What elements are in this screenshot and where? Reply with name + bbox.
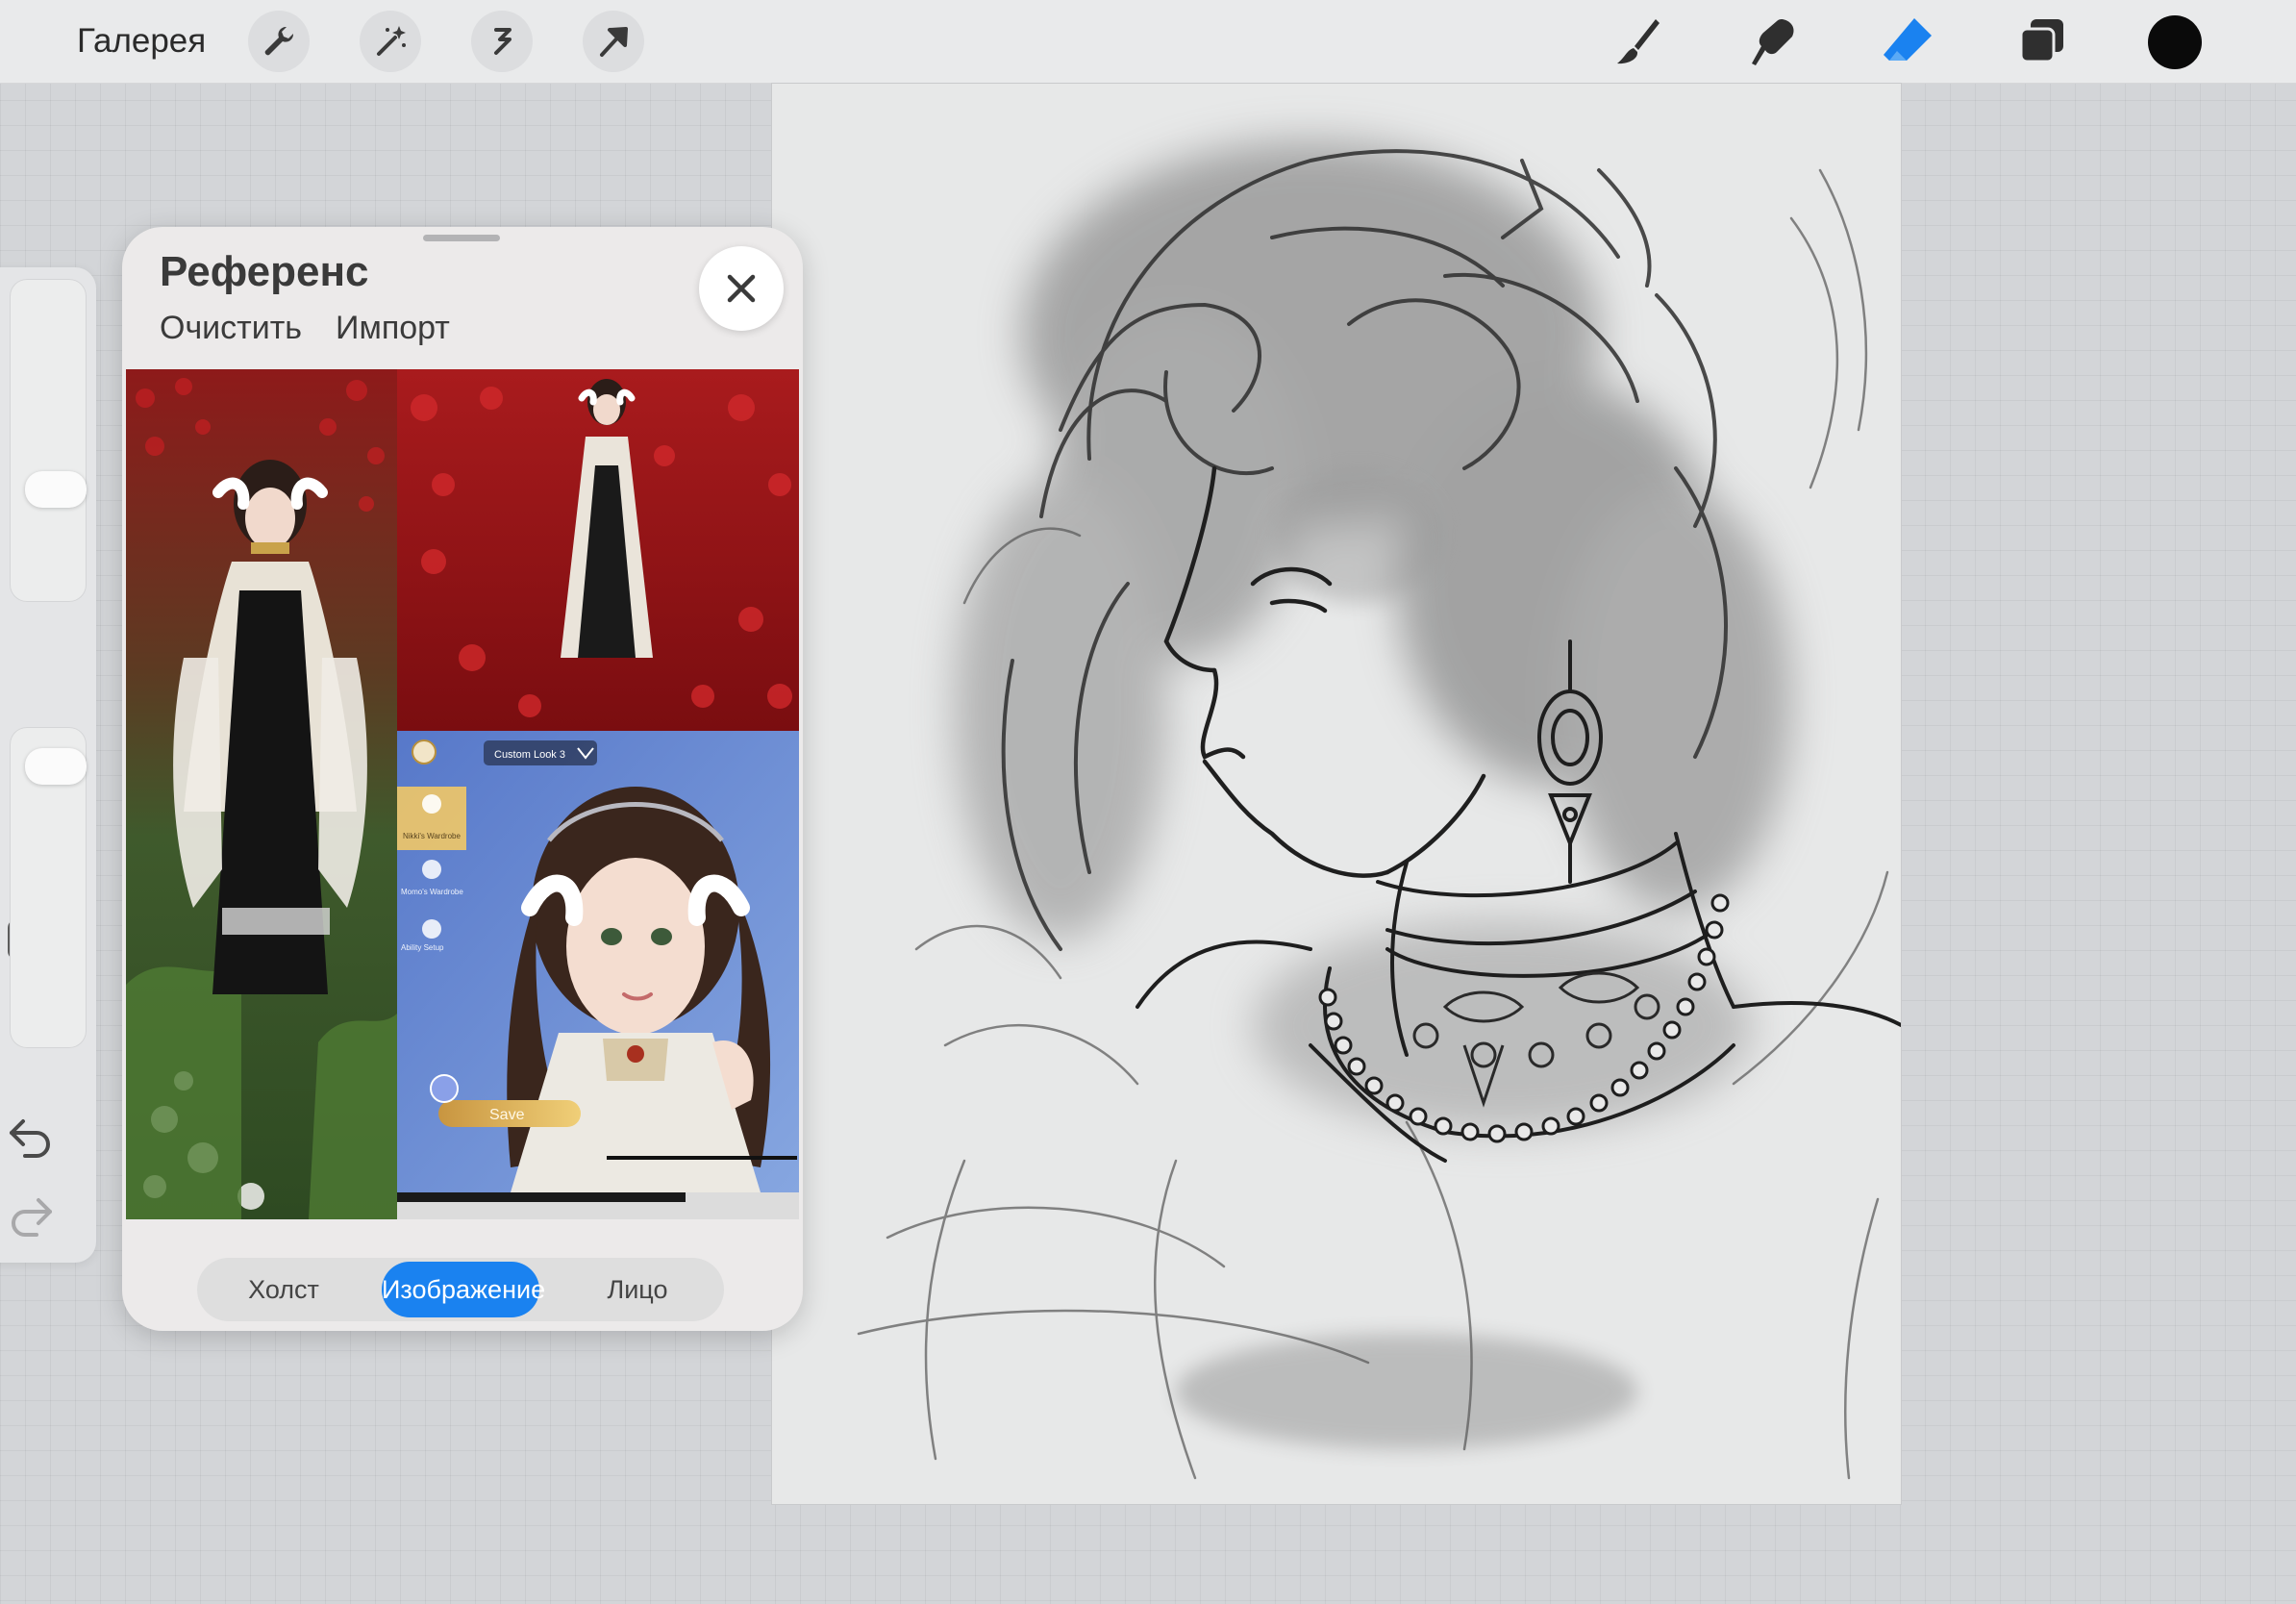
left-sidebar [0, 267, 96, 1263]
brush-size-thumb[interactable] [25, 471, 87, 508]
reference-panel: Референс Очистить Импорт Custom Look 3 N… [122, 227, 803, 1331]
color-picker[interactable] [2148, 15, 2202, 69]
eraser-icon [1884, 18, 1932, 61]
tab-canvas[interactable]: Холст [205, 1262, 362, 1317]
clear-button[interactable]: Очистить [160, 310, 302, 347]
smudge-icon [1752, 19, 1794, 65]
reference-collage: Custom Look 3 Nikki's Wardrobe Momo's Wa… [126, 369, 799, 1219]
transform-arrow-icon [600, 27, 628, 57]
selection-button[interactable] [471, 11, 533, 72]
dropdown-label: Custom Look 3 [494, 749, 565, 761]
wrench-icon [264, 26, 294, 56]
reference-title: Референс [160, 248, 369, 295]
reference-mode-tabs: Холст Изображение Лицо [197, 1258, 724, 1321]
reference-image[interactable]: Custom Look 3 Nikki's Wardrobe Momo's Wa… [126, 369, 799, 1219]
brush-size-slider[interactable] [10, 279, 87, 602]
layers-icon [2019, 19, 2063, 63]
opacity-slider[interactable] [10, 727, 87, 1048]
brush-tool[interactable] [1606, 10, 1671, 75]
smudge-tool[interactable] [1740, 10, 1806, 75]
save-label: Save [489, 1107, 525, 1123]
brush-icon [1617, 19, 1660, 64]
transform-button[interactable] [583, 11, 644, 72]
adjustments-button[interactable] [360, 11, 421, 72]
panel-grabber[interactable] [423, 235, 500, 241]
tab-face[interactable]: Лицо [559, 1262, 716, 1317]
menu-item-ability: Ability Setup [401, 943, 444, 952]
close-button[interactable] [699, 246, 784, 331]
tab-image[interactable]: Изображение [382, 1262, 545, 1317]
redo-icon[interactable] [4, 1192, 58, 1241]
menu-item-momo: Momo's Wardrobe [401, 888, 463, 896]
sketch-artwork [857, 141, 1901, 1480]
import-button[interactable]: Импорт [336, 310, 450, 347]
actions-button[interactable] [248, 11, 310, 72]
menu-item-nikki: Nikki's Wardrobe [403, 832, 461, 840]
eraser-tool[interactable] [1875, 10, 1940, 75]
selection-icon [494, 28, 512, 55]
gallery-button[interactable]: Галерея [77, 19, 206, 63]
opacity-thumb[interactable] [25, 748, 87, 785]
layers-tool[interactable] [2009, 10, 2075, 75]
drawing-canvas[interactable] [771, 83, 1902, 1505]
magic-wand-icon [377, 26, 406, 56]
undo-icon[interactable] [4, 1114, 58, 1162]
top-toolbar: Галерея [0, 0, 2296, 84]
close-icon [727, 274, 756, 303]
